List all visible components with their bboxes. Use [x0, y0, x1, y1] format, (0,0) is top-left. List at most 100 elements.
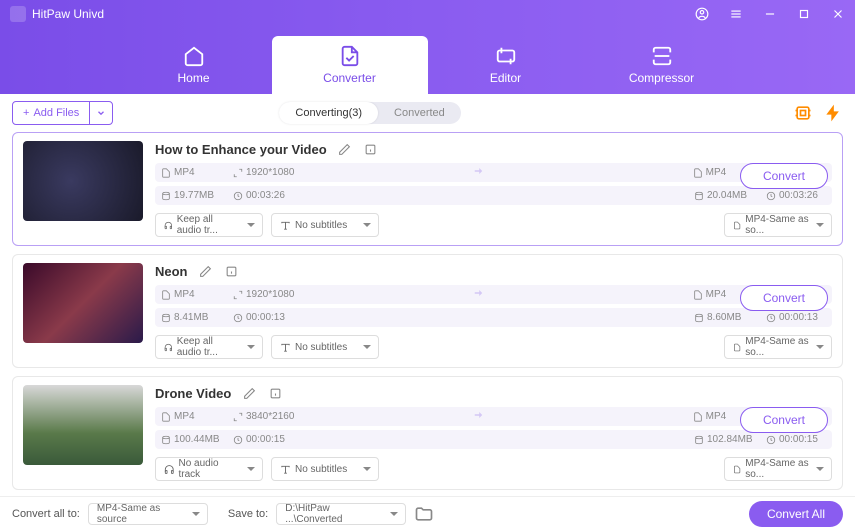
- clock-icon: [233, 435, 243, 445]
- meta-row: MP4 1920*1080 MP4 1920*1080: [155, 163, 832, 182]
- save-to-label: Save to:: [228, 508, 268, 520]
- edit-icon[interactable]: [337, 141, 353, 157]
- minimize-icon[interactable]: [763, 7, 777, 21]
- video-item[interactable]: Neon MP4 1920*1080 MP4 1920*1080 8.41MB: [12, 254, 843, 368]
- subtitle-icon: [280, 464, 291, 475]
- file-icon: [693, 290, 703, 300]
- clock-icon: [766, 435, 776, 445]
- content-area: How to Enhance your Video MP4 1920*1080 …: [0, 132, 855, 496]
- subtitle-icon: [280, 342, 291, 353]
- video-item[interactable]: How to Enhance your Video MP4 1920*1080 …: [12, 132, 843, 246]
- video-thumbnail[interactable]: [23, 263, 143, 343]
- compressor-icon: [651, 45, 673, 67]
- video-thumbnail[interactable]: [23, 141, 143, 221]
- audio-icon: [164, 220, 173, 231]
- format-select[interactable]: MP4-Same as so...: [724, 335, 832, 359]
- file-icon: [733, 464, 741, 475]
- converting-tab[interactable]: Converting(3): [279, 102, 378, 124]
- clock-icon: [233, 191, 243, 201]
- convert-all-to-label: Convert all to:: [12, 508, 80, 520]
- audio-select[interactable]: Keep all audio tr...: [155, 335, 263, 359]
- arrow-icon: [471, 162, 489, 183]
- tab-editor-label: Editor: [490, 71, 521, 85]
- size-icon: [694, 313, 704, 323]
- tab-converter[interactable]: Converter: [272, 36, 428, 94]
- speed-icon[interactable]: [823, 103, 843, 123]
- maximize-icon[interactable]: [797, 7, 811, 21]
- subtitle-icon: [280, 220, 291, 231]
- titlebar: HitPaw Univd: [0, 0, 855, 28]
- size-icon: [694, 435, 704, 445]
- plus-icon: +: [23, 107, 29, 119]
- arrow-icon: [471, 284, 489, 305]
- video-thumbnail[interactable]: [23, 385, 143, 465]
- navbar: Home Converter Editor Compressor: [0, 28, 855, 94]
- tab-compressor-label: Compressor: [629, 71, 694, 85]
- clock-icon: [766, 191, 776, 201]
- menu-icon[interactable]: [729, 7, 743, 21]
- app-logo: [10, 6, 26, 22]
- app-title: HitPaw Univd: [32, 7, 695, 21]
- size-icon: [694, 191, 704, 201]
- gpu-accel-icon[interactable]: [793, 103, 813, 123]
- video-item[interactable]: Drone Video MP4 3840*2160 MP4 3840*2160 …: [12, 376, 843, 490]
- add-files-chevron[interactable]: [89, 102, 112, 124]
- size-icon: [161, 313, 171, 323]
- clock-icon: [766, 313, 776, 323]
- file-icon: [733, 220, 741, 231]
- meta-row: 8.41MB 00:00:13 8.60MB 00:00:13: [155, 308, 832, 327]
- video-title: Drone Video: [155, 386, 231, 401]
- file-icon: [733, 342, 741, 353]
- convert-all-button[interactable]: Convert All: [749, 501, 843, 527]
- footer: Convert all to: MP4-Same as source Save …: [0, 496, 855, 531]
- convert-all-format-select[interactable]: MP4-Same as source: [88, 503, 208, 525]
- info-icon[interactable]: [224, 263, 240, 279]
- edit-icon[interactable]: [198, 263, 214, 279]
- save-path-select[interactable]: D:\HitPaw ...\Converted: [276, 503, 406, 525]
- window-controls: [695, 7, 845, 21]
- converted-tab[interactable]: Converted: [378, 102, 461, 124]
- converter-icon: [339, 45, 361, 67]
- tab-compressor[interactable]: Compressor: [584, 36, 740, 94]
- file-icon: [693, 168, 703, 178]
- clock-icon: [233, 313, 243, 323]
- account-icon[interactable]: [695, 7, 709, 21]
- audio-icon: [164, 342, 173, 353]
- convert-button[interactable]: Convert: [740, 407, 828, 433]
- meta-row: MP4 1920*1080 MP4 1920*1080: [155, 285, 832, 304]
- size-icon: [161, 191, 171, 201]
- format-select[interactable]: MP4-Same as so...: [724, 457, 832, 481]
- file-icon: [161, 290, 171, 300]
- home-icon: [183, 45, 205, 67]
- info-icon[interactable]: [363, 141, 379, 157]
- tab-editor[interactable]: Editor: [428, 36, 584, 94]
- resolution-icon: [233, 168, 243, 178]
- subtitle-select[interactable]: No subtitles: [271, 457, 379, 481]
- arrow-icon: [471, 406, 489, 427]
- tab-home[interactable]: Home: [116, 36, 272, 94]
- convert-button[interactable]: Convert: [740, 163, 828, 189]
- convert-button[interactable]: Convert: [740, 285, 828, 311]
- format-select[interactable]: MP4-Same as so...: [724, 213, 832, 237]
- info-icon[interactable]: [267, 385, 283, 401]
- meta-row: 100.44MB 00:00:15 102.84MB 00:00:15: [155, 430, 832, 449]
- open-folder-button[interactable]: [414, 504, 434, 524]
- resolution-icon: [233, 412, 243, 422]
- close-icon[interactable]: [831, 7, 845, 21]
- file-icon: [161, 168, 171, 178]
- audio-select[interactable]: Keep all audio tr...: [155, 213, 263, 237]
- meta-row: 19.77MB 00:03:26 20.04MB 00:03:26: [155, 186, 832, 205]
- edit-icon[interactable]: [241, 385, 257, 401]
- resolution-icon: [233, 290, 243, 300]
- video-title: Neon: [155, 264, 188, 279]
- subtitle-select[interactable]: No subtitles: [271, 213, 379, 237]
- subtitle-select[interactable]: No subtitles: [271, 335, 379, 359]
- tab-converter-label: Converter: [323, 71, 376, 85]
- audio-select[interactable]: No audio track: [155, 457, 263, 481]
- add-files-button[interactable]: + Add Files: [12, 101, 113, 125]
- add-files-label: Add Files: [33, 107, 79, 119]
- file-icon: [693, 412, 703, 422]
- video-title: How to Enhance your Video: [155, 142, 327, 157]
- tab-switcher: Converting(3) Converted: [279, 102, 460, 124]
- toolbar: + Add Files Converting(3) Converted: [0, 94, 855, 132]
